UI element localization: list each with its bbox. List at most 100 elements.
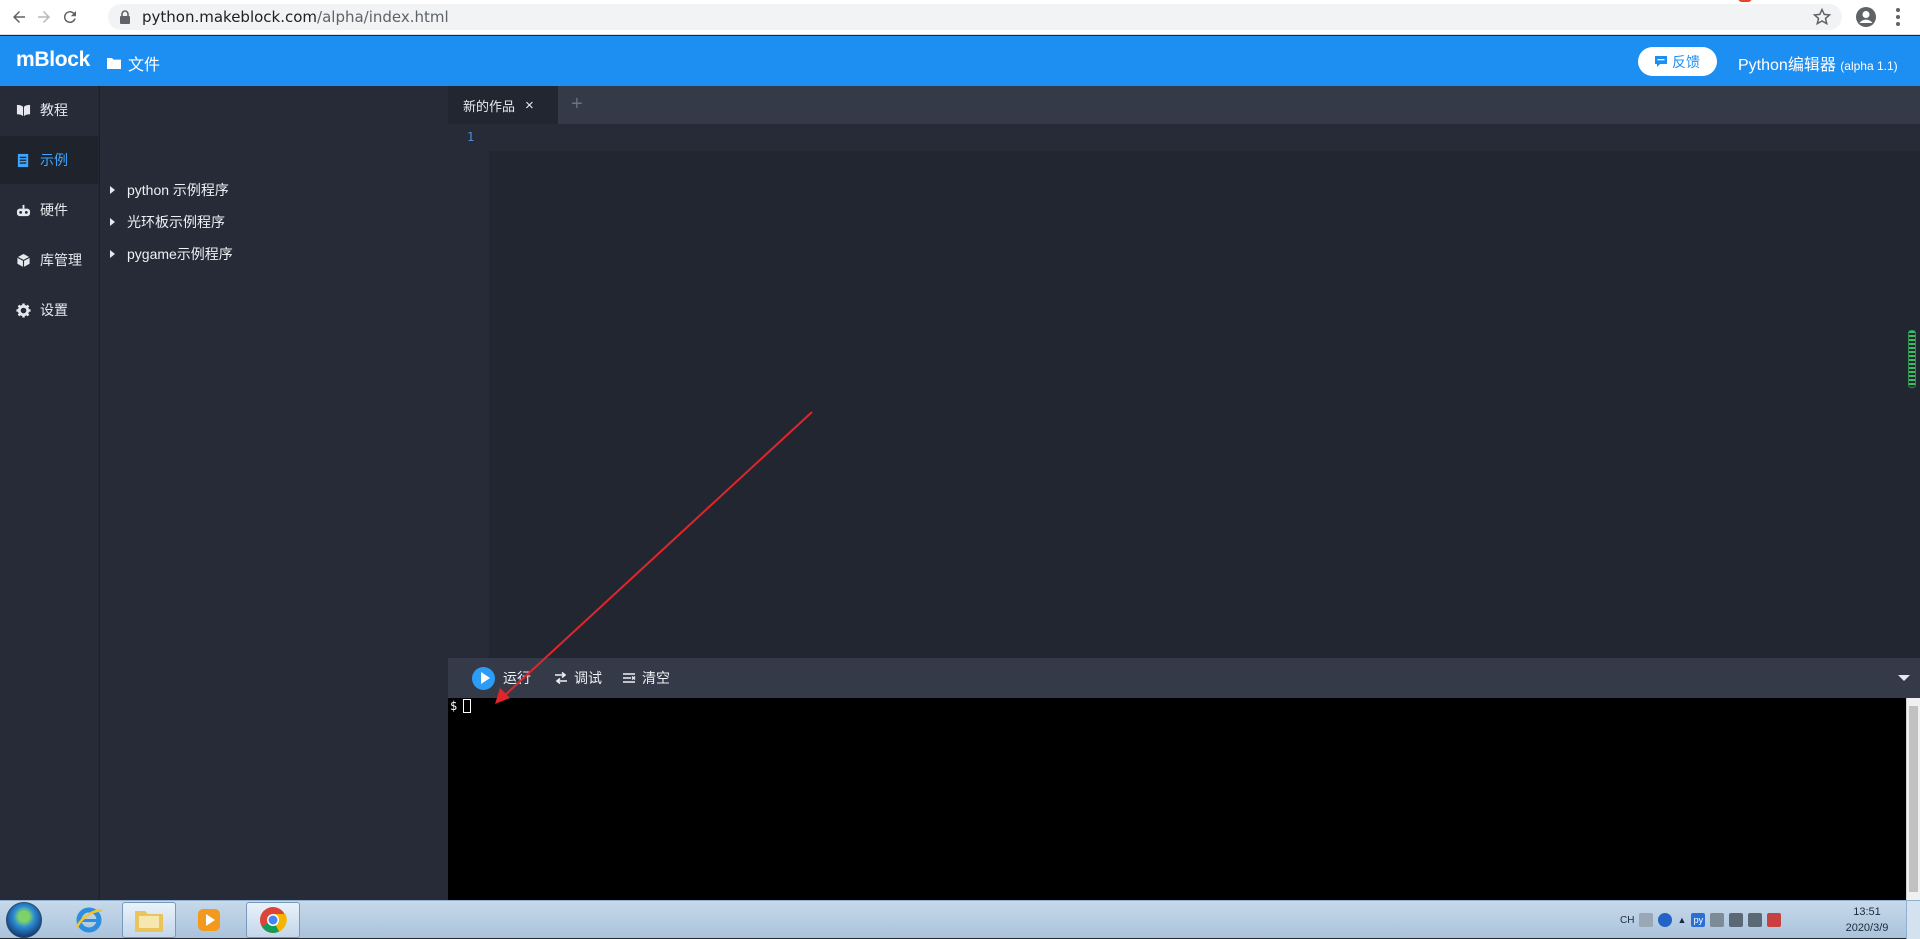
alert-icon[interactable] <box>1767 913 1782 927</box>
debug-label: 调试 <box>574 670 602 686</box>
line-gutter <box>448 124 489 658</box>
tree-node-python-examples[interactable]: python 示例程序 <box>110 178 229 202</box>
taskbar-ie[interactable] <box>62 902 116 938</box>
taskbar-explorer[interactable] <box>122 902 176 938</box>
editor-title-text: Python编辑器 <box>1738 57 1836 74</box>
robot-icon <box>16 204 31 216</box>
media-player-icon <box>198 909 220 931</box>
book-icon <box>16 104 31 116</box>
network-icon[interactable] <box>1729 913 1744 927</box>
file-menu-label: 文件 <box>128 57 161 74</box>
clear-button[interactable]: 清空 <box>622 667 670 689</box>
show-desktop-button[interactable] <box>1906 901 1920 939</box>
nav-item-label: 示例 <box>40 152 68 168</box>
editor-tab-bar: 新的作品 × + <box>448 86 1920 124</box>
tree-node-halocode-examples[interactable]: 光环板示例程序 <box>110 210 225 234</box>
system-clock[interactable]: 13:51 2020/3/9 <box>1836 904 1898 936</box>
tree-node-pygame-examples[interactable]: pygame示例程序 <box>110 242 233 266</box>
clock-date: 2020/3/9 <box>1845 922 1889 934</box>
play-icon <box>472 666 495 690</box>
arrow-left-icon <box>13 11 25 23</box>
console-toolbar: 运行 调试 清空 <box>448 658 1920 698</box>
chat-icon <box>1655 56 1667 67</box>
bookmark-star-icon[interactable] <box>1812 7 1832 27</box>
terminal-output[interactable]: $ <box>448 698 1920 900</box>
lock-icon <box>120 10 130 24</box>
system-tray: CH ▲ py <box>1620 901 1782 939</box>
folder-icon <box>107 58 121 69</box>
nav-item-library[interactable]: 库管理 <box>0 236 98 284</box>
line-number: 1 <box>467 130 475 144</box>
tree-node-label: python 示例程序 <box>127 182 229 198</box>
forward-button[interactable] <box>31 4 57 30</box>
editor-title: Python编辑器 (alpha 1.1) <box>1738 51 1898 75</box>
help-icon[interactable] <box>1658 913 1673 927</box>
run-button[interactable]: 运行 <box>472 666 531 690</box>
chrome-icon <box>260 907 287 933</box>
swap-arrows-icon <box>555 672 567 684</box>
collapse-console-icon[interactable] <box>1898 675 1910 681</box>
arrow-right-icon <box>38 11 50 23</box>
menu-kebab-icon[interactable] <box>1886 5 1910 29</box>
nav-item-label: 库管理 <box>40 252 82 268</box>
close-icon[interactable]: × <box>525 97 534 114</box>
terminal-scrollbar[interactable] <box>1906 698 1920 900</box>
taskbar-media-player[interactable] <box>182 902 236 938</box>
code-editor[interactable]: 1 <box>448 124 1920 658</box>
package-icon <box>17 253 30 267</box>
terminal-prompt: $ <box>450 699 458 713</box>
clear-lines-icon <box>623 673 636 683</box>
gear-icon <box>16 302 31 318</box>
nav-item-label: 设置 <box>40 302 68 318</box>
os-taskbar: CH ▲ py 13:51 2020/3/9 <box>0 900 1920 939</box>
taskbar-chrome[interactable] <box>246 902 300 938</box>
profile-icon[interactable] <box>1854 5 1878 29</box>
tree-node-label: pygame示例程序 <box>127 246 233 262</box>
ime-label: py <box>1693 915 1704 925</box>
tab-new-project[interactable]: 新的作品 × <box>448 86 558 124</box>
caret-right-icon <box>110 218 115 226</box>
add-tab-button[interactable]: + <box>571 93 583 116</box>
examples-tree: python 示例程序 光环板示例程序 pygame示例程序 <box>99 86 448 900</box>
input-language[interactable]: CH <box>1620 915 1634 926</box>
url-path: /alpha/index.html <box>317 8 449 26</box>
editor-scroll-indicator[interactable] <box>1908 330 1916 388</box>
caret-right-icon <box>110 186 115 194</box>
document-icon <box>17 153 29 167</box>
terminal-cursor <box>463 699 472 713</box>
flag-icon[interactable] <box>1748 913 1763 927</box>
feedback-label: 反馈 <box>1672 53 1700 70</box>
nav-item-hardware[interactable]: 硬件 <box>0 186 98 234</box>
start-button[interactable] <box>6 902 42 938</box>
editor-version: (alpha 1.1) <box>1840 59 1898 73</box>
back-button[interactable] <box>6 4 32 30</box>
nav-item-settings[interactable]: 设置 <box>0 286 98 334</box>
nav-item-tutorial[interactable]: 教程 <box>0 86 98 134</box>
feedback-button[interactable]: 反馈 <box>1638 47 1717 76</box>
debug-button[interactable]: 调试 <box>554 667 602 689</box>
tree-node-label: 光环板示例程序 <box>127 214 225 230</box>
clock-time: 13:51 <box>1853 906 1881 918</box>
nav-item-label: 教程 <box>40 102 68 118</box>
terminal-scroll-thumb[interactable] <box>1909 706 1918 892</box>
reload-button[interactable] <box>57 4 83 30</box>
caret-right-icon <box>110 250 115 258</box>
run-label: 运行 <box>503 670 531 686</box>
keyboard-icon[interactable] <box>1639 913 1654 927</box>
nav-item-label: 硬件 <box>40 202 68 218</box>
volume-icon[interactable] <box>1710 913 1725 927</box>
reload-icon <box>63 11 76 24</box>
browser-toolbar: python.makeblock.com/alpha/index.html <box>0 0 1920 35</box>
internet-explorer-icon <box>75 907 103 933</box>
left-nav: 教程 示例 硬件 库管理 设置 <box>0 86 98 900</box>
file-menu[interactable]: 文件 <box>106 51 160 75</box>
address-bar[interactable]: python.makeblock.com/alpha/index.html <box>108 4 1842 30</box>
tab-label: 新的作品 <box>463 98 516 114</box>
nav-item-examples[interactable]: 示例 <box>0 136 98 184</box>
mblock-logo[interactable]: mBlock <box>16 48 90 72</box>
active-line-highlight <box>489 124 1920 151</box>
terminal-prompt-line: $ <box>450 698 472 714</box>
ime-py-icon[interactable]: py <box>1691 913 1706 927</box>
tray-expand-icon[interactable]: ▲ <box>1677 915 1686 925</box>
extension-indicator <box>1738 0 1752 2</box>
